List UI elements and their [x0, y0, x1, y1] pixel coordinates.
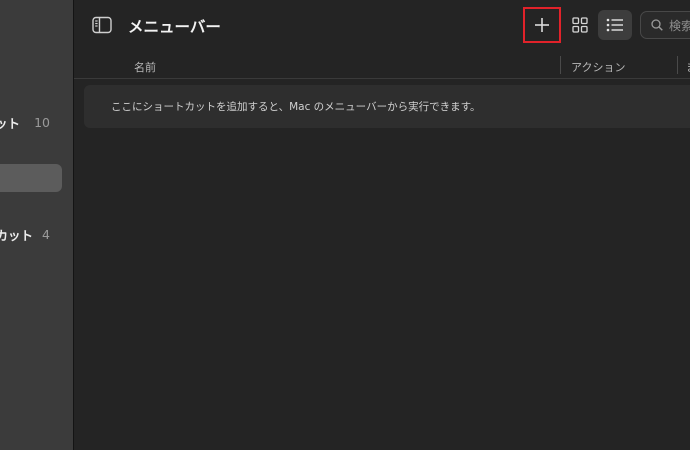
toolbar: メニューバー 検 — [74, 0, 690, 52]
magnifier-icon — [651, 19, 663, 31]
empty-state-text: ここにショートカットを追加すると、Mac のメニューバーから実行できます。 — [111, 101, 481, 113]
column-header-action[interactable]: アクション — [571, 59, 625, 75]
column-divider[interactable] — [560, 56, 561, 74]
column-divider[interactable] — [677, 56, 678, 74]
sidebar-item-label: ット — [0, 115, 20, 131]
sidebar-item-count: 10 — [34, 114, 50, 130]
column-header-third[interactable]: ま — [686, 59, 690, 75]
page-title: メニューバー — [128, 18, 221, 36]
sidebar-item-folder-shortcuts[interactable]: カット 4 — [0, 220, 70, 248]
plus-icon — [535, 18, 549, 32]
list-view-button[interactable] — [598, 10, 632, 40]
empty-state-message: ここにショートカットを追加すると、Mac のメニューバーから実行できます。 — [84, 85, 690, 128]
main-content: メニューバー 検 名前 アクション ここにショートカットを追加すると、Mac の… — [74, 0, 690, 450]
sidebar: ット 10 カット 4 — [0, 0, 74, 450]
sidebar-item-shortcuts[interactable]: ット 10 — [0, 108, 70, 136]
grid-icon — [572, 17, 588, 33]
sidebar-toggle-icon[interactable] — [92, 16, 112, 34]
table-header: 名前 アクション ま — [74, 52, 690, 79]
list-icon — [606, 18, 623, 32]
add-shortcut-button[interactable] — [523, 7, 561, 43]
grid-view-button[interactable] — [565, 10, 595, 40]
search-placeholder: 検索 — [669, 18, 690, 33]
sidebar-item-count: 4 — [42, 226, 50, 242]
sidebar-item-menubar-selected[interactable] — [0, 164, 62, 192]
sidebar-item-label: カット — [0, 227, 33, 243]
column-header-name[interactable]: 名前 — [134, 59, 156, 75]
search-input[interactable]: 検索 — [640, 11, 690, 39]
